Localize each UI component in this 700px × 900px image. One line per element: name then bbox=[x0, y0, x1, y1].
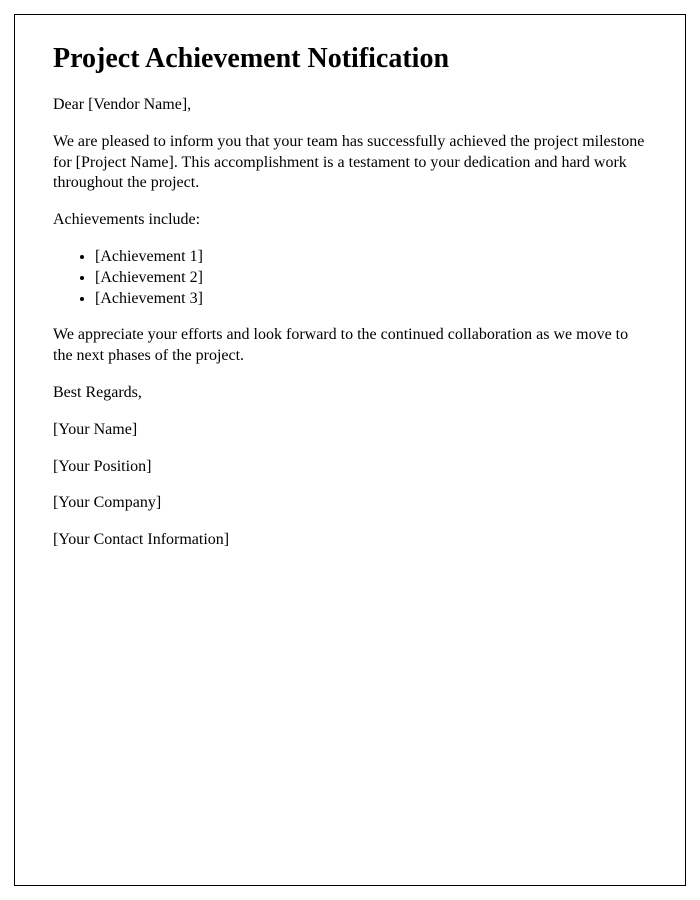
signature-contact: [Your Contact Information] bbox=[53, 530, 647, 551]
signature-position: [Your Position] bbox=[53, 457, 647, 478]
list-item: [Achievement 2] bbox=[95, 268, 647, 289]
signature-name: [Your Name] bbox=[53, 420, 647, 441]
achievements-list: [Achievement 1] [Achievement 2] [Achieve… bbox=[95, 247, 647, 309]
signoff: Best Regards, bbox=[53, 383, 647, 404]
document-page: Project Achievement Notification Dear [V… bbox=[14, 14, 686, 886]
signature-company: [Your Company] bbox=[53, 493, 647, 514]
closing-paragraph: We appreciate your efforts and look forw… bbox=[53, 325, 647, 367]
intro-paragraph: We are pleased to inform you that your t… bbox=[53, 132, 647, 194]
greeting: Dear [Vendor Name], bbox=[53, 95, 647, 116]
list-item: [Achievement 3] bbox=[95, 289, 647, 310]
list-item: [Achievement 1] bbox=[95, 247, 647, 268]
page-title: Project Achievement Notification bbox=[53, 43, 647, 75]
achievements-label: Achievements include: bbox=[53, 210, 647, 231]
